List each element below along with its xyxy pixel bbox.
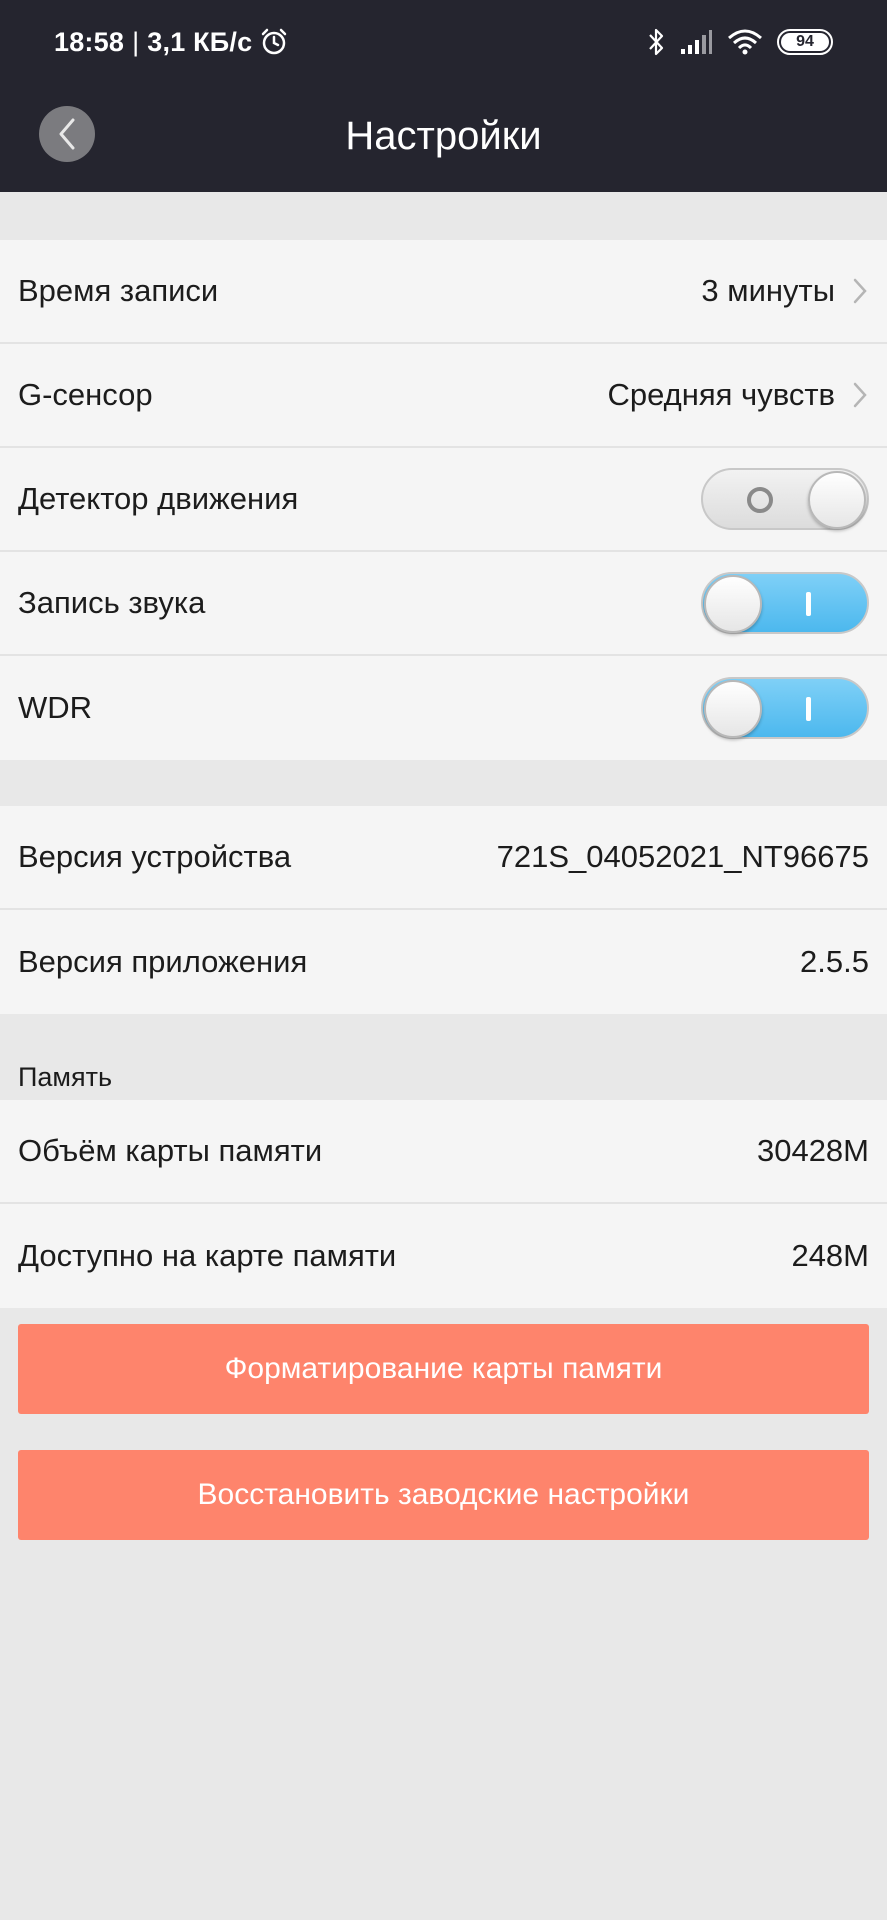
- motion-detector-toggle[interactable]: [701, 468, 869, 530]
- app-version-label: Версия приложения: [18, 944, 308, 979]
- toggle-on-mark: [806, 592, 811, 616]
- chevron-left-icon: [57, 117, 77, 151]
- app-version-value: 2.5.5: [800, 944, 869, 979]
- battery-level: 94: [781, 33, 829, 51]
- g-sensor-row[interactable]: G-сенсор Средняя чувств: [0, 344, 887, 448]
- motion-detector-row: Детектор движения: [0, 448, 887, 552]
- sound-record-row: Запись звука: [0, 552, 887, 656]
- motion-detector-label: Детектор движения: [18, 481, 299, 516]
- nav-bar: Настройки: [0, 86, 887, 192]
- memory-available-label: Доступно на карте памяти: [18, 1238, 397, 1273]
- sound-record-label: Запись звука: [18, 585, 206, 620]
- g-sensor-value: Средняя чувств: [607, 377, 835, 412]
- wdr-row: WDR: [0, 656, 887, 760]
- format-card-button[interactable]: Форматирование карты памяти: [18, 1324, 869, 1414]
- version-group: Версия устройства 721S_04052021_NT96675 …: [0, 806, 887, 1014]
- g-sensor-label: G-сенсор: [18, 377, 153, 412]
- wifi-icon: [727, 28, 763, 56]
- status-separator: |: [132, 26, 140, 57]
- recording-settings-group: Время записи 3 минуты G-сенсор Средняя ч…: [0, 240, 887, 760]
- sound-record-toggle[interactable]: [701, 572, 869, 634]
- chevron-right-icon: [851, 380, 869, 410]
- status-left: 18:58 | 3,1 КБ/с: [54, 24, 288, 60]
- status-bar: 18:58 | 3,1 КБ/с 94: [0, 0, 887, 86]
- toggle-off-mark: [747, 487, 773, 513]
- memory-available-row: Доступно на карте памяти 248M: [0, 1204, 887, 1308]
- bluetooth-icon: [647, 27, 665, 57]
- memory-group: Объём карты памяти 30428M Доступно на ка…: [0, 1100, 887, 1308]
- battery-icon: 94: [777, 29, 833, 55]
- back-button[interactable]: [39, 106, 95, 162]
- memory-section-title: Память: [18, 1062, 113, 1092]
- wdr-toggle[interactable]: [701, 677, 869, 739]
- record-time-value: 3 минуты: [701, 273, 835, 308]
- device-version-value: 721S_04052021_NT96675: [496, 839, 869, 874]
- device-version-row: Версия устройства 721S_04052021_NT96675: [0, 806, 887, 910]
- status-network-speed: 3,1 КБ/с: [147, 26, 253, 57]
- memory-capacity-row: Объём карты памяти 30428M: [0, 1100, 887, 1204]
- memory-available-value: 248M: [791, 1238, 869, 1273]
- factory-reset-button[interactable]: Восстановить заводские настройки: [18, 1450, 869, 1540]
- toggle-knob: [808, 471, 866, 529]
- record-time-label: Время записи: [18, 273, 219, 308]
- record-time-row[interactable]: Время записи 3 минуты: [0, 240, 887, 344]
- device-version-label: Версия устройства: [18, 839, 292, 874]
- page-title: Настройки: [345, 113, 542, 158]
- status-time: 18:58: [54, 26, 125, 57]
- memory-capacity-value: 30428M: [756, 1133, 869, 1168]
- status-right: 94: [647, 24, 833, 60]
- toggle-knob: [704, 575, 762, 633]
- app-version-row: Версия приложения 2.5.5: [0, 910, 887, 1014]
- toggle-on-mark: [806, 697, 811, 721]
- alarm-icon: [260, 28, 288, 56]
- signal-icon: [679, 29, 713, 55]
- chevron-right-icon: [851, 276, 869, 306]
- memory-capacity-label: Объём карты памяти: [18, 1133, 323, 1168]
- wdr-label: WDR: [18, 690, 93, 725]
- toggle-knob: [704, 680, 762, 738]
